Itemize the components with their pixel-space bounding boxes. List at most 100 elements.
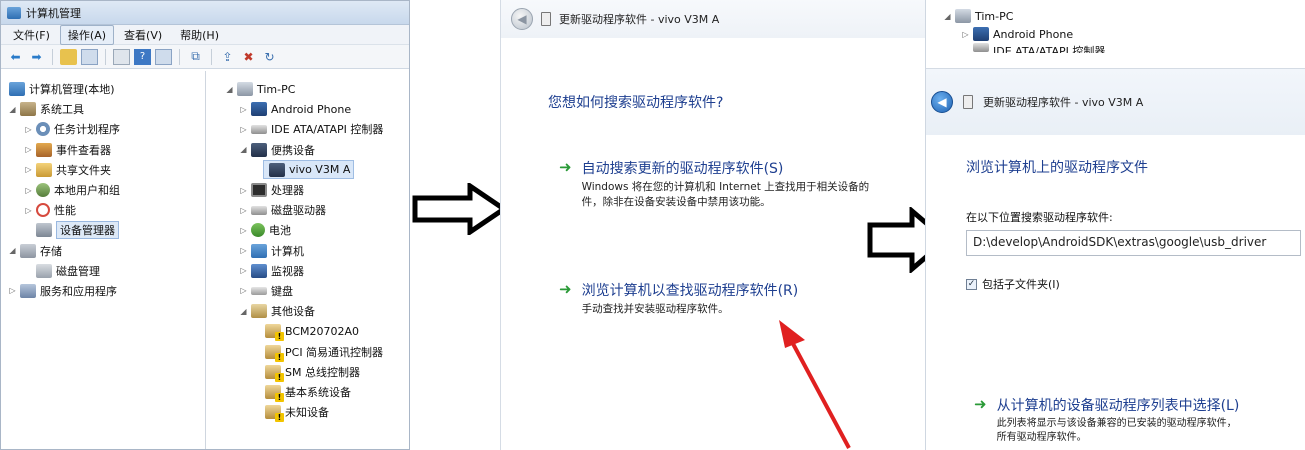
device-category[interactable]: ▷ Android Phone	[926, 25, 1305, 43]
disk-drive-icon	[251, 205, 267, 215]
event-icon	[36, 142, 52, 157]
collapsed-arrow-icon[interactable]: ▷	[23, 186, 34, 195]
collapsed-arrow-icon[interactable]: ▷	[238, 206, 249, 215]
back-arrow-icon[interactable]: ◀	[931, 91, 953, 113]
expanded-arrow-icon[interactable]: ◢	[238, 307, 249, 316]
collapsed-arrow-icon[interactable]: ▷	[7, 286, 18, 295]
collapsed-arrow-icon[interactable]: ▷	[238, 246, 249, 255]
storage-icon	[20, 243, 36, 258]
back-arrow-icon[interactable]: ◀	[511, 8, 533, 30]
collapsed-arrow-icon[interactable]: ▷	[238, 125, 249, 134]
device-category[interactable]: ◢ 便携设备	[206, 140, 409, 160]
menu-view[interactable]: 查看(V)	[116, 25, 170, 45]
expanded-arrow-icon[interactable]: ◢	[7, 246, 18, 255]
tools-icon	[20, 102, 36, 117]
driver-path-input[interactable]: D:\develop\AndroidSDK\extras\google\usb_…	[966, 230, 1301, 256]
collapsed-arrow-icon[interactable]: ▷	[238, 226, 249, 235]
include-subfolders-checkbox-row[interactable]: ✓ 包括子文件夹(I)	[966, 276, 1060, 292]
device-item[interactable]: 基本系统设备	[206, 382, 409, 402]
tree-item[interactable]: ▷ 服务和应用程序	[1, 281, 205, 301]
tree-item-device-manager[interactable]: 设备管理器	[1, 220, 205, 240]
device-category[interactable]: IDE ATA/ATAPI 控制器	[926, 43, 1305, 53]
device-category[interactable]: ▷ 处理器	[206, 180, 409, 200]
device-item[interactable]: SM 总线控制器	[206, 362, 409, 382]
back-icon[interactable]: ⬅	[7, 49, 24, 65]
device-tree-root[interactable]: ◢ Tim-PC	[206, 79, 409, 99]
view-icon[interactable]	[155, 48, 172, 65]
option-browse-title: 浏览计算机以查找驱动程序软件(R)	[581, 283, 799, 299]
device-vivo-v3m-a[interactable]: vivo V3M A	[206, 160, 409, 180]
menu-file[interactable]: 文件(F)	[5, 25, 58, 45]
wizard-body: ◀ 更新驱动程序软件 - vivo V3M A 浏览计算机上的驱动程序文件 在以…	[926, 68, 1305, 450]
collapsed-arrow-icon[interactable]: ▷	[23, 125, 34, 134]
help-icon[interactable]: ?	[134, 48, 151, 65]
pc-icon	[955, 9, 971, 23]
tree-item[interactable]: ▷ 本地用户和组	[1, 180, 205, 200]
include-subfolders-checkbox[interactable]: ✓	[966, 278, 977, 290]
device-category[interactable]: ▷ 计算机	[206, 241, 409, 261]
warning-device-icon	[265, 405, 284, 423]
warning-device-icon	[265, 384, 284, 402]
properties-icon[interactable]	[113, 48, 130, 65]
expanded-arrow-icon[interactable]: ◢	[224, 85, 235, 94]
option-auto-search-desc-line1: Windows 将在您的计算机和 Internet 上查找用于相关设备的	[581, 181, 870, 193]
device-item[interactable]: BCM20702A0	[206, 321, 409, 342]
hollow-arrow-icon	[412, 183, 508, 235]
option-auto-search[interactable]: ➜ 自动搜索更新的驱动程序软件(S) Windows 将在您的计算机和 Inte…	[559, 158, 925, 210]
pick-list-desc-line1: 此列表将显示与该设备兼容的已安装的驱动程序软件，	[996, 418, 1237, 429]
scan-hardware-icon[interactable]: ⧉	[187, 49, 204, 65]
menu-action[interactable]: 操作(A)	[59, 24, 115, 45]
option-auto-search-title: 自动搜索更新的驱动程序软件(S)	[581, 161, 784, 177]
include-subfolders-label: 包括子文件夹(I)	[982, 278, 1060, 291]
expanded-arrow-icon[interactable]: ◢	[942, 12, 953, 21]
collapsed-arrow-icon[interactable]: ▷	[238, 105, 249, 114]
tree-item[interactable]: ▷ 性能	[1, 200, 205, 220]
device-category[interactable]: ▷ 磁盘驱动器	[206, 200, 409, 220]
device-tree: ◢ Tim-PC ▷ Android Phone ▷ IDE ATA/ATAPI…	[206, 71, 409, 449]
tree-item[interactable]: ▷ 任务计划程序	[1, 119, 205, 139]
collapsed-arrow-icon[interactable]: ▷	[960, 30, 971, 39]
other-devices-icon	[251, 304, 267, 319]
collapsed-arrow-icon[interactable]: ▷	[23, 206, 34, 215]
option-browse-computer[interactable]: ➜ 浏览计算机以查找驱动程序软件(R) 手动查找并安装驱动程序软件。	[559, 280, 899, 317]
update-driver-icon[interactable]: ⇪	[219, 49, 236, 65]
device-tree-root[interactable]: ◢ Tim-PC	[926, 7, 1305, 25]
warning-device-icon	[265, 344, 284, 362]
pc-icon	[237, 82, 253, 97]
device-icon	[963, 95, 973, 109]
expanded-arrow-icon[interactable]: ◢	[238, 145, 249, 154]
device-category[interactable]: ▷ 监视器	[206, 261, 409, 281]
collapsed-arrow-icon[interactable]: ▷	[238, 266, 249, 275]
tree-item[interactable]: 磁盘管理	[1, 261, 205, 281]
show-tree-icon[interactable]	[81, 48, 98, 65]
title-bar: 计算机管理	[1, 1, 409, 25]
computer-icon	[9, 82, 25, 97]
disable-device-icon[interactable]: ✖	[240, 49, 257, 65]
collapsed-arrow-icon[interactable]: ▷	[238, 286, 249, 295]
device-category[interactable]: ▷ Android Phone	[206, 99, 409, 119]
green-arrow-icon: ➜	[559, 158, 572, 176]
option-browse-desc: 手动查找并安装驱动程序软件。	[581, 303, 729, 315]
tree-item[interactable]: ▷ 共享文件夹	[1, 160, 205, 180]
device-category[interactable]: ▷ 键盘	[206, 281, 409, 301]
device-category[interactable]: ▷ 电池	[206, 220, 409, 240]
tree-item[interactable]: ▷ 事件查看器	[1, 140, 205, 160]
forward-icon[interactable]: ➡	[28, 49, 45, 65]
tree-item[interactable]: 计算机管理(本地)	[1, 79, 205, 99]
collapsed-arrow-icon[interactable]: ▷	[23, 145, 34, 154]
device-item[interactable]: PCI 简易通讯控制器	[206, 341, 409, 362]
option-pick-from-list[interactable]: ➜ 从计算机的设备驱动程序列表中选择(L) 此列表将显示与该设备兼容的已安装的驱…	[974, 395, 1304, 445]
expanded-arrow-icon[interactable]: ◢	[7, 105, 18, 114]
collapsed-arrow-icon[interactable]: ▷	[23, 165, 34, 174]
collapsed-arrow-icon[interactable]: ▷	[238, 186, 249, 195]
menu-help[interactable]: 帮助(H)	[172, 25, 227, 45]
device-category[interactable]: ▷ IDE ATA/ATAPI 控制器	[206, 119, 409, 139]
uninstall-icon[interactable]: ↻	[261, 49, 278, 65]
update-driver-wizard-browse: ◢ Tim-PC ▷ Android Phone IDE ATA/ATAPI 控…	[925, 0, 1305, 450]
pick-list-desc-line2: 所有驱动程序软件。	[996, 432, 1087, 443]
tree-item[interactable]: ◢ 存储	[1, 241, 205, 261]
device-item[interactable]: 未知设备	[206, 402, 409, 423]
up-folder-icon[interactable]	[60, 48, 77, 65]
device-category[interactable]: ◢ 其他设备	[206, 301, 409, 321]
tree-item[interactable]: ◢ 系统工具	[1, 99, 205, 119]
